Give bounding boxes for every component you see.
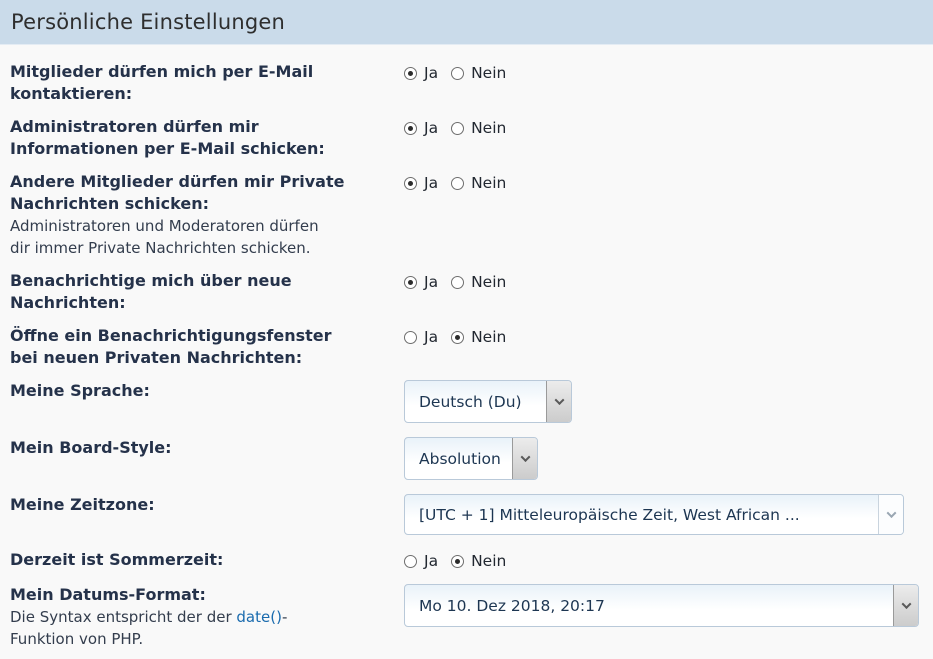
setting-label: Derzeit ist Sommerzeit: bbox=[10, 549, 404, 571]
radio-group-admin-email: Ja Nein bbox=[404, 117, 923, 139]
radio-group-notify-new-messages: Ja Nein bbox=[404, 271, 923, 293]
radio-nein-label[interactable]: Nein bbox=[471, 550, 506, 572]
select-value: Deutsch (Du) bbox=[405, 381, 546, 422]
select-value: Absolution bbox=[405, 438, 512, 479]
radio-ja-label[interactable]: Ja bbox=[424, 117, 438, 139]
radio-ja-label[interactable]: Ja bbox=[424, 172, 438, 194]
select-value: Mo 10. Dez 2018, 20:17 bbox=[405, 585, 893, 626]
radio-nein[interactable] bbox=[451, 276, 464, 289]
radio-ja[interactable] bbox=[404, 555, 417, 568]
setting-row-language: Meine Sprache: Deutsch (Du) bbox=[10, 380, 923, 423]
radio-ja[interactable] bbox=[404, 276, 417, 289]
radio-ja[interactable] bbox=[404, 67, 417, 80]
radio-nein[interactable] bbox=[451, 67, 464, 80]
setting-row-date-format: Mein Datums-Format: Die Syntax entsprich… bbox=[10, 584, 923, 650]
radio-nein[interactable] bbox=[451, 122, 464, 135]
setting-row-dst: Derzeit ist Sommerzeit: Ja Nein bbox=[10, 549, 923, 572]
setting-row-timezone: Meine Zeitzone: [UTC + 1] Mitteleuropäis… bbox=[10, 494, 923, 535]
page-title: Persönliche Einstellungen bbox=[11, 10, 285, 34]
chevron-down-icon[interactable] bbox=[893, 585, 918, 626]
select-value: [UTC + 1] Mitteleuropäische Zeit, West A… bbox=[405, 495, 878, 534]
radio-nein[interactable] bbox=[451, 555, 464, 568]
board-style-select[interactable]: Absolution bbox=[404, 437, 538, 480]
setting-label: Andere Mitglieder dürfen mir Private Nac… bbox=[10, 171, 404, 215]
radio-nein-label[interactable]: Nein bbox=[471, 117, 506, 139]
setting-label: Meine Sprache: bbox=[10, 380, 404, 402]
radio-ja[interactable] bbox=[404, 122, 417, 135]
panel-header: Persönliche Einstellungen bbox=[0, 0, 933, 45]
setting-label: Mein Board-Style: bbox=[10, 437, 404, 459]
radio-nein[interactable] bbox=[451, 177, 464, 190]
setting-label: Administratoren dürfen mir Informationen… bbox=[10, 116, 404, 160]
setting-label: Meine Zeitzone: bbox=[10, 494, 404, 516]
radio-ja-label[interactable]: Ja bbox=[424, 550, 438, 572]
settings-form: Mitglieder dürfen mich per E-Mail kontak… bbox=[0, 45, 933, 650]
php-date-link[interactable]: date() bbox=[236, 608, 282, 626]
radio-group-email-contact: Ja Nein bbox=[404, 62, 923, 84]
radio-ja[interactable] bbox=[404, 177, 417, 190]
setting-row-popup-window: Öffne ein Benachrichtigungsfenster bei n… bbox=[10, 325, 923, 369]
setting-label: Mein Datums-Format: bbox=[10, 584, 404, 606]
chevron-down-icon[interactable] bbox=[878, 495, 903, 534]
setting-label: Mitglieder dürfen mich per E-Mail kontak… bbox=[10, 61, 404, 105]
timezone-select[interactable]: [UTC + 1] Mitteleuropäische Zeit, West A… bbox=[404, 494, 904, 535]
radio-nein-label[interactable]: Nein bbox=[471, 326, 506, 348]
radio-group-dst: Ja Nein bbox=[404, 550, 923, 572]
desc-text: Die Syntax entspricht der der bbox=[10, 608, 236, 626]
chevron-down-icon[interactable] bbox=[546, 381, 571, 422]
radio-group-private-messages: Ja Nein bbox=[404, 172, 923, 194]
setting-description: Administratoren und Moderatoren dürfen d… bbox=[10, 215, 404, 259]
setting-row-admin-email: Administratoren dürfen mir Informationen… bbox=[10, 116, 923, 160]
setting-row-board-style: Mein Board-Style: Absolution bbox=[10, 437, 923, 480]
radio-ja[interactable] bbox=[404, 331, 417, 344]
radio-nein-label[interactable]: Nein bbox=[471, 271, 506, 293]
setting-label: Benachrichtige mich über neue Nachrichte… bbox=[10, 270, 404, 314]
radio-group-popup-window: Ja Nein bbox=[404, 326, 923, 348]
radio-ja-label[interactable]: Ja bbox=[424, 271, 438, 293]
chevron-down-icon[interactable] bbox=[512, 438, 537, 479]
radio-ja-label[interactable]: Ja bbox=[424, 326, 438, 348]
date-format-select[interactable]: Mo 10. Dez 2018, 20:17 bbox=[404, 584, 919, 627]
language-select[interactable]: Deutsch (Du) bbox=[404, 380, 572, 423]
radio-nein-label[interactable]: Nein bbox=[471, 62, 506, 84]
radio-ja-label[interactable]: Ja bbox=[424, 62, 438, 84]
radio-nein-label[interactable]: Nein bbox=[471, 172, 506, 194]
setting-row-email-contact: Mitglieder dürfen mich per E-Mail kontak… bbox=[10, 61, 923, 105]
radio-nein[interactable] bbox=[451, 331, 464, 344]
setting-label: Öffne ein Benachrichtigungsfenster bei n… bbox=[10, 325, 404, 369]
setting-row-notify-new-messages: Benachrichtige mich über neue Nachrichte… bbox=[10, 270, 923, 314]
setting-description: Die Syntax entspricht der der date()- Fu… bbox=[10, 606, 404, 650]
setting-row-private-messages: Andere Mitglieder dürfen mir Private Nac… bbox=[10, 171, 923, 259]
